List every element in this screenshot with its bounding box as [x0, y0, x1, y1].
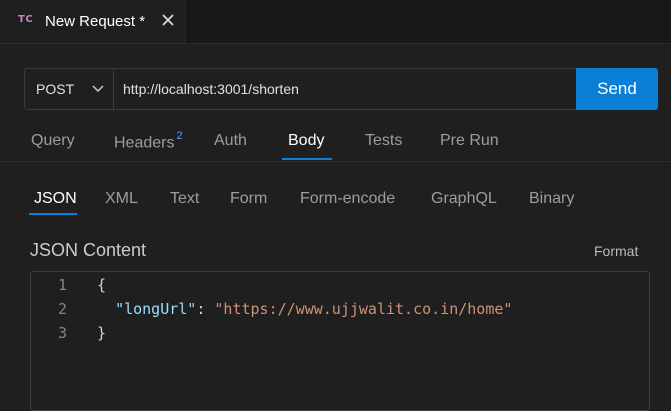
url-bar: POST Send — [24, 68, 658, 110]
headers-count-badge: 2 — [176, 130, 183, 142]
json-colon: : — [196, 300, 215, 318]
body-tab-binary[interactable]: Binary — [529, 190, 574, 208]
tab-auth[interactable]: Auth — [214, 132, 247, 150]
active-tab-indicator — [282, 158, 332, 160]
tab-query[interactable]: Query — [31, 132, 75, 150]
tab-body[interactable]: Body — [288, 132, 324, 150]
url-input[interactable] — [114, 69, 576, 109]
tab-headers[interactable]: Headers 2 — [114, 130, 183, 152]
editor-line: 2 "longUrl": "https://www.ujjwalit.co.in… — [31, 300, 649, 324]
method-label: POST — [36, 81, 75, 97]
body-tab-json[interactable]: JSON — [34, 190, 77, 208]
tab-headers-label: Headers — [114, 134, 175, 152]
editor-line: 3 } — [31, 324, 649, 348]
thunder-client-icon: TC — [18, 14, 34, 25]
body-tab-form[interactable]: Form — [230, 190, 267, 208]
json-editor[interactable]: 1 { 2 "longUrl": "https://www.ujjwalit.c… — [30, 271, 650, 411]
body-tab-graphql[interactable]: GraphQL — [431, 190, 497, 208]
line-number: 1 — [57, 276, 67, 294]
request-section-tabs: Query Headers 2 Auth Body Tests Pre Run — [0, 122, 671, 162]
json-content-title: JSON Content — [30, 240, 147, 260]
tab-bar: TC New Request * — [0, 0, 671, 44]
body-tab-text[interactable]: Text — [170, 190, 199, 208]
editor-line: 1 { — [31, 276, 649, 300]
json-string-value: "https://www.ujjwalit.co.in/home" — [214, 300, 513, 318]
line-code: "longUrl": "https://www.ujjwalit.co.in/h… — [97, 300, 512, 318]
body-tab-xml[interactable]: XML — [105, 190, 138, 208]
method-select[interactable]: POST — [25, 69, 114, 109]
close-icon[interactable] — [159, 11, 177, 29]
open-brace: { — [97, 276, 107, 294]
format-button[interactable]: Format — [594, 243, 638, 259]
active-body-tab-indicator — [29, 213, 77, 215]
body-tab-form-encode[interactable]: Form-encode — [300, 190, 395, 208]
line-code: } — [97, 324, 106, 342]
close-brace: } — [97, 324, 107, 342]
line-code: { — [97, 276, 106, 294]
tab-pre-run[interactable]: Pre Run — [440, 132, 499, 150]
request-tab[interactable]: TC New Request * — [0, 0, 186, 43]
chevron-down-icon — [92, 85, 104, 93]
line-number: 2 — [57, 300, 67, 318]
send-button[interactable]: Send — [576, 68, 658, 110]
line-number: 3 — [57, 324, 67, 342]
json-key: "longUrl" — [115, 300, 197, 318]
tab-title: New Request * — [45, 13, 146, 30]
tab-tests[interactable]: Tests — [365, 132, 402, 150]
